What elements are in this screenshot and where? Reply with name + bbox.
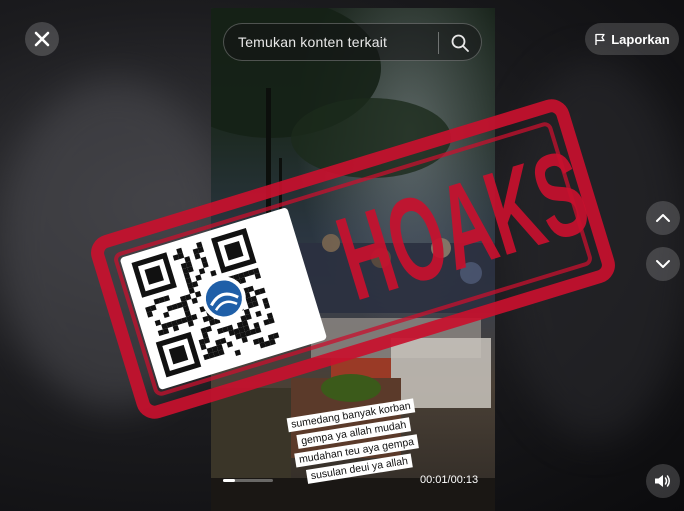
search-bar[interactable]: Temukan konten terkait — [223, 23, 482, 61]
playback-time: 00:01/00:13 — [420, 474, 479, 486]
report-button[interactable]: Laporkan — [585, 23, 679, 55]
stamp-text: HOAKS — [324, 125, 602, 326]
search-divider — [438, 32, 439, 54]
next-video-button[interactable] — [646, 247, 680, 281]
flag-icon — [595, 33, 605, 45]
report-label: Laporkan — [611, 31, 670, 47]
close-icon — [34, 31, 50, 47]
close-button[interactable] — [25, 22, 59, 56]
volume-button[interactable] — [646, 464, 680, 498]
progress-fill — [223, 479, 235, 482]
search-icon[interactable] — [449, 32, 471, 54]
volume-icon — [655, 475, 670, 487]
chevron-up-icon — [656, 214, 670, 222]
progress-bar[interactable] — [223, 479, 273, 482]
search-input[interactable]: Temukan konten terkait — [238, 34, 387, 50]
video-viewer: HOAKS Temukan konten terkait Laporkan su… — [0, 0, 684, 511]
previous-video-button[interactable] — [646, 201, 680, 235]
chevron-down-icon — [656, 260, 670, 268]
